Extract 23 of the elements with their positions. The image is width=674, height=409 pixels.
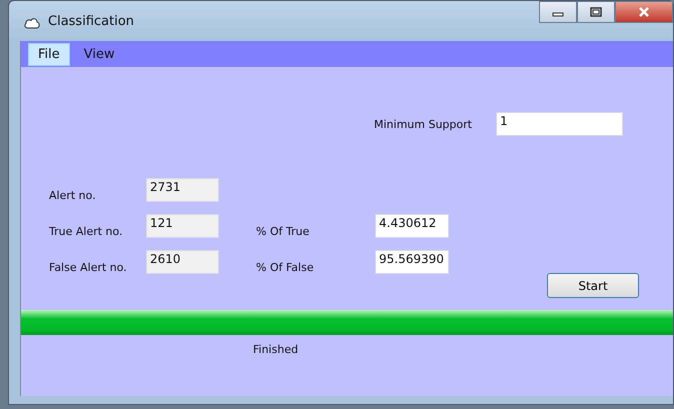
minimize-button[interactable] bbox=[539, 1, 577, 23]
readonly-field[interactable]: 4.430612 bbox=[375, 214, 449, 238]
start-button[interactable]: Start bbox=[547, 273, 639, 298]
field-label: Alert no. bbox=[49, 189, 97, 202]
status-text: Finished bbox=[252, 343, 300, 356]
readonly-field[interactable]: 121 bbox=[146, 214, 219, 238]
cloud-icon bbox=[24, 17, 40, 29]
readonly-field[interactable]: 2731 bbox=[146, 178, 219, 202]
field-label: % Of False bbox=[256, 261, 315, 274]
menu-item[interactable]: File bbox=[28, 42, 70, 66]
input-field[interactable]: 1 bbox=[496, 112, 623, 136]
close-button[interactable] bbox=[615, 1, 673, 23]
field-label: % Of True bbox=[256, 225, 310, 238]
maximize-button[interactable] bbox=[577, 1, 615, 23]
field-label: False Alert no. bbox=[49, 261, 128, 274]
readonly-field[interactable]: 95.569390 bbox=[375, 250, 449, 274]
maximize-icon bbox=[590, 7, 602, 17]
window-title: Classification bbox=[48, 14, 134, 29]
field-label: Minimum Support bbox=[374, 118, 473, 130]
close-icon bbox=[637, 6, 651, 18]
field-label: True Alert no. bbox=[49, 225, 124, 238]
menu-item[interactable]: View bbox=[74, 42, 125, 66]
readonly-field[interactable]: 2610 bbox=[146, 250, 219, 274]
